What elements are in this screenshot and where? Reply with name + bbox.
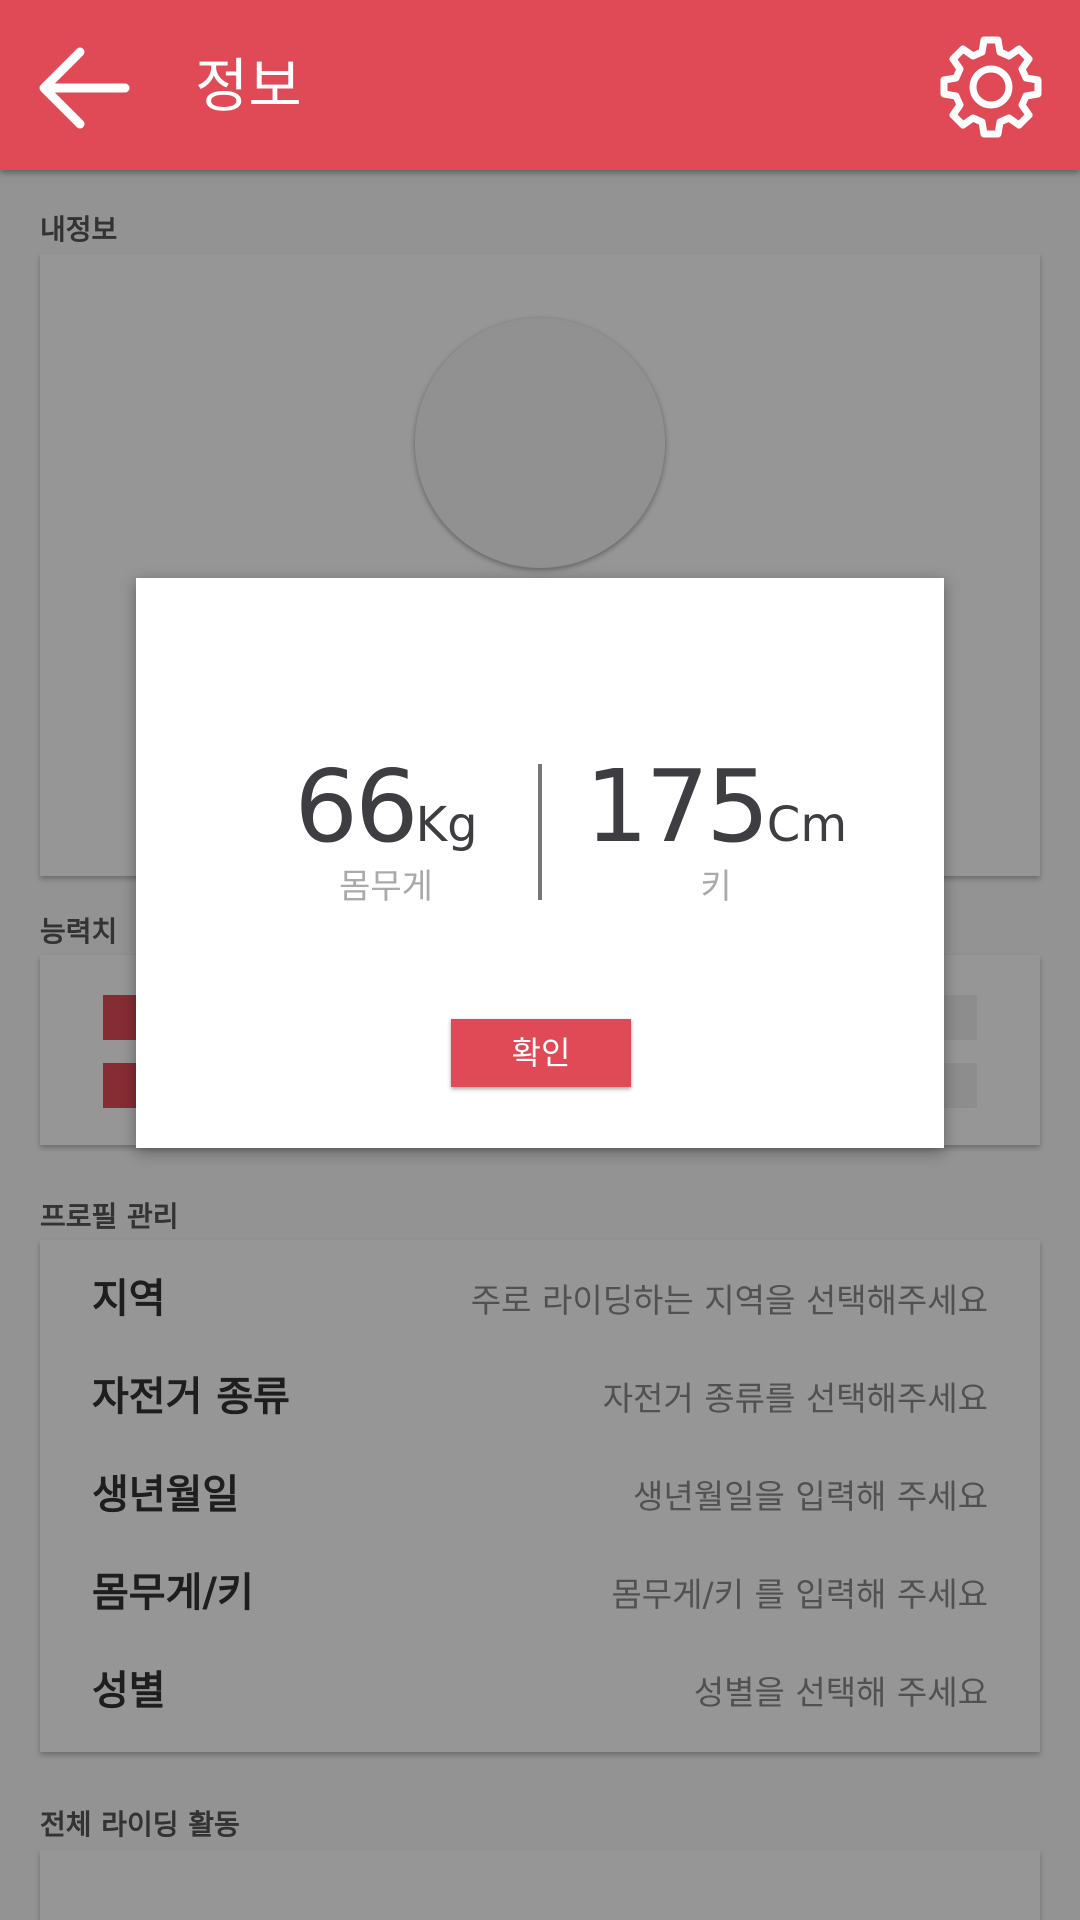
height-unit: Cm [766, 797, 848, 853]
weight-value: 66 [294, 748, 418, 865]
weight-caption: 몸무게 [339, 867, 433, 907]
height-display: 175Cm 키 [576, 748, 856, 908]
page-title: 정보 [195, 52, 302, 120]
weight-display: 66Kg 몸무게 [286, 748, 486, 908]
height-value: 175 [584, 748, 770, 865]
divider [538, 764, 542, 900]
arrow-left-icon [39, 47, 130, 129]
weight-unit: Kg [415, 797, 478, 853]
confirm-button[interactable]: 확인 [451, 1019, 631, 1087]
height-caption: 키 [700, 867, 732, 907]
gear-icon [940, 36, 1042, 138]
app-bar: 정보 [0, 0, 1080, 170]
back-button[interactable] [30, 40, 140, 140]
settings-button[interactable] [936, 32, 1046, 142]
weight-height-dialog: 66Kg 몸무게 175Cm 키 확인 [136, 578, 944, 1148]
